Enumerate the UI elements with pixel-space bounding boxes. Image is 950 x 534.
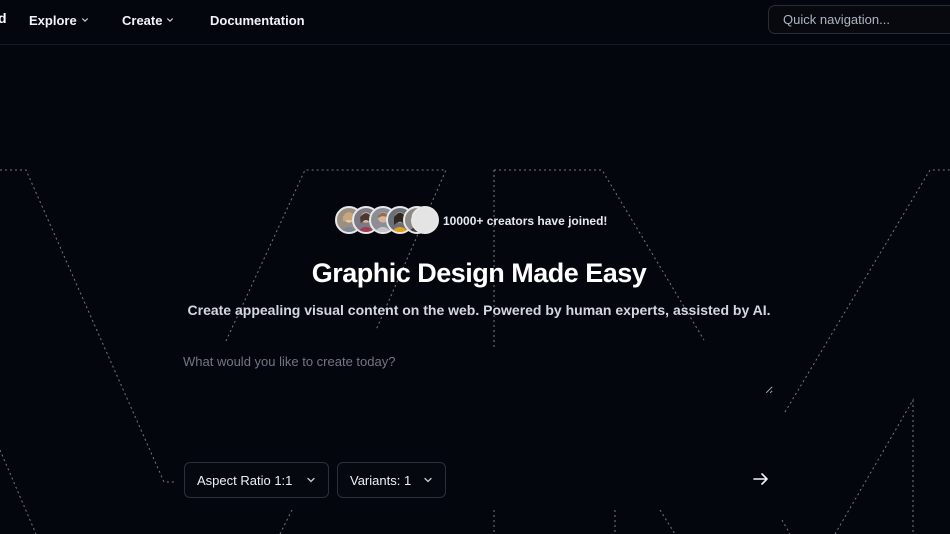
nav-create-label: Create <box>122 12 163 28</box>
hero-title: Graphic Design Made Easy <box>311 258 647 288</box>
prompt-input[interactable] <box>183 354 773 394</box>
page: d Explore Create Documentation Quick nav… <box>0 0 950 534</box>
chevron-down-icon <box>81 18 88 22</box>
nav-explore[interactable]: Explore <box>29 11 89 29</box>
avatar <box>411 206 439 234</box>
hero-subtitle: Create appealing visual content on the w… <box>187 302 771 318</box>
logo[interactable]: d <box>0 10 7 26</box>
chevron-down-icon <box>167 18 174 22</box>
nav-create[interactable]: Create <box>122 11 174 29</box>
quick-navigation-search[interactable]: Quick navigation... <box>768 5 950 34</box>
nav-documentation-label: Documentation <box>210 12 305 28</box>
send-button[interactable] <box>747 465 775 493</box>
search-placeholder: Quick navigation... <box>783 12 890 27</box>
variants-label: Variants: 1 <box>350 472 412 488</box>
chevron-down-icon <box>424 477 432 483</box>
nav-documentation[interactable]: Documentation <box>210 11 305 29</box>
social-proof: 10000+ creators have joined! <box>335 206 607 236</box>
nav-explore-label: Explore <box>29 12 77 28</box>
avatar-stack <box>335 206 439 236</box>
social-proof-text: 10000+ creators have joined! <box>443 214 608 228</box>
chevron-down-icon <box>307 477 315 483</box>
aspect-ratio-select[interactable]: Aspect Ratio 1:1 <box>184 462 329 498</box>
top-navigation: d Explore Create Documentation Quick nav… <box>0 0 950 45</box>
aspect-ratio-label: Aspect Ratio 1:1 <box>197 472 293 488</box>
prompt-composer: Aspect Ratio 1:1 Variants: 1 <box>175 350 783 510</box>
arrow-right-icon <box>753 473 768 485</box>
variants-select[interactable]: Variants: 1 <box>337 462 446 498</box>
